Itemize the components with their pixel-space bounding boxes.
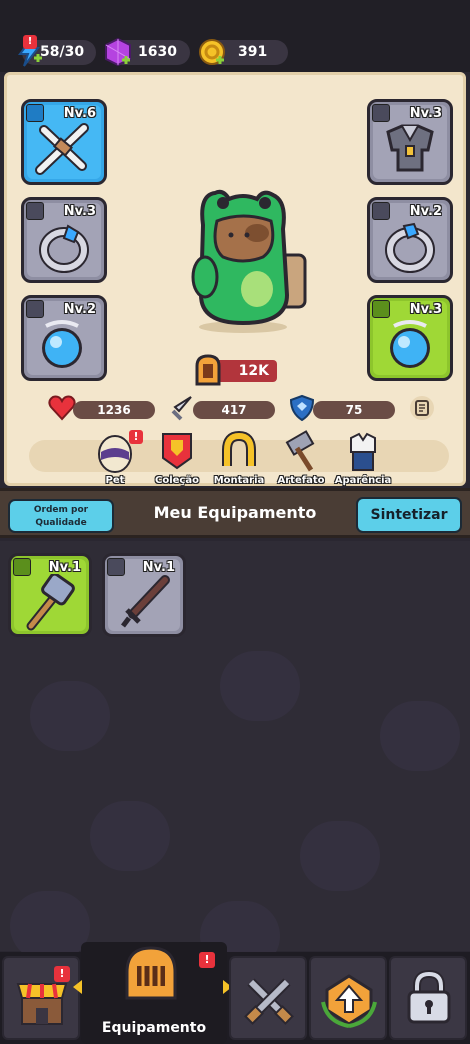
crossed-swords-icon — [244, 978, 294, 1025]
sword-level: Nv.1 — [142, 560, 175, 575]
details-icon[interactable] — [409, 395, 435, 421]
synthesize-button[interactable]: Sintetizar — [356, 497, 462, 533]
background-pattern — [380, 701, 460, 771]
coins-counter[interactable]: 391 — [199, 39, 288, 65]
armor-level: Nv.3 — [409, 106, 442, 121]
necklace-right-slot[interactable]: Nv.3 — [367, 295, 453, 381]
artifact-label: Artefato — [277, 475, 325, 486]
attack-stat: 417 — [193, 401, 275, 419]
coin-icon — [199, 39, 225, 65]
hammer-level: Nv.1 — [48, 560, 81, 575]
background-pattern — [30, 681, 110, 751]
appearance-menu-item[interactable]: Aparência — [331, 430, 395, 486]
background-pattern — [90, 801, 170, 871]
inventory-item-sword[interactable]: Nv.1 — [102, 553, 186, 637]
necklace-right-level: Nv.3 — [409, 302, 442, 317]
horseshoe-icon — [222, 430, 256, 466]
ring-right-slot[interactable]: Nv.2 — [367, 197, 453, 283]
shop-icon — [16, 983, 68, 1025]
ring-left-slot[interactable]: Nv.3 — [21, 197, 107, 283]
coins-value: 391 — [238, 44, 268, 60]
collection-menu-item[interactable]: Coleção — [145, 430, 209, 486]
nav-tab-equipment[interactable]: ! Equipamento — [73, 942, 232, 1044]
equipment-header: Ordem por Qualidade Meu Equipamento Sint… — [0, 488, 470, 538]
gems-value: 1630 — [138, 44, 177, 60]
pet-menu-item[interactable]: Pet ! — [83, 430, 147, 486]
ring-left-level: Nv.3 — [63, 204, 96, 219]
nav-tab-battle[interactable] — [229, 956, 307, 1040]
necklace-left-slot[interactable]: Nv.2 — [21, 295, 107, 381]
trophy-banner-icon — [162, 433, 192, 470]
artifact-menu-item[interactable]: Artefato — [269, 430, 333, 486]
hammer-artifact-icon — [285, 430, 315, 472]
background-pattern — [300, 821, 380, 891]
background-pattern — [10, 891, 90, 961]
pet-label: Pet — [105, 475, 125, 486]
shop-alert-badge: ! — [54, 966, 70, 982]
bottom-navigation: ! ! Equipamento — [0, 942, 470, 1044]
collection-label: Coleção — [155, 475, 199, 486]
gems-counter[interactable]: 1630 — [105, 37, 190, 67]
hammer-icon — [26, 574, 75, 631]
ring-right-level: Nv.2 — [409, 204, 442, 219]
ring-icon-right — [385, 222, 435, 273]
equipment-panel: Nv.6 Nv.3 Nv.2 Nv.3 Nv.2 Nv.3 12K 1236 4… — [4, 72, 466, 486]
top-bar: 58/30 ! 1630 391 — [0, 0, 470, 72]
ring-icon — [39, 224, 89, 273]
defense-stat: 75 — [313, 401, 395, 419]
orb-necklace-icon-right — [390, 320, 430, 368]
armor-slot[interactable]: Nv.3 — [367, 99, 453, 185]
chest-armor-icon — [386, 124, 434, 172]
lock-icon — [407, 970, 451, 1024]
sword-item-icon — [121, 575, 170, 628]
equipment-title: Meu Equipamento — [153, 503, 317, 522]
nav-tab-locked[interactable] — [389, 956, 467, 1040]
inventory-item-hammer[interactable]: Nv.1 — [8, 553, 92, 637]
nav-tab-shop[interactable]: ! — [2, 956, 80, 1040]
mount-label: Montaria — [213, 475, 265, 486]
prev-arrow-icon — [73, 980, 82, 994]
nav-tab-upgrade[interactable] — [309, 956, 387, 1040]
appearance-label: Aparência — [334, 475, 392, 486]
knight-helmet-icon — [125, 946, 177, 1000]
energy-value: 58/30 — [40, 44, 85, 60]
necklace-left-level: Nv.2 — [63, 302, 96, 317]
outfit-icon — [350, 432, 376, 471]
health-stat: 1236 — [73, 401, 155, 419]
gem-icon — [105, 37, 131, 67]
helmet-power-icon — [195, 354, 221, 386]
upgrade-arrow-icon — [321, 974, 377, 1028]
bone-weapon-icon — [35, 123, 89, 175]
weapon-level: Nv.6 — [63, 106, 96, 121]
pet-alert-badge: ! — [129, 430, 143, 444]
weapon-slot[interactable]: Nv.6 — [21, 99, 107, 185]
equipment-alert-badge: ! — [199, 952, 215, 968]
orb-necklace-icon — [42, 320, 82, 368]
capybara-frog-character — [191, 189, 307, 333]
inventory-grid: Nv.1 Nv.1 — [0, 541, 470, 971]
nav-label-equipment: Equipamento — [101, 1020, 207, 1036]
background-pattern — [220, 651, 300, 721]
mount-menu-item[interactable]: Montaria — [207, 430, 271, 486]
sort-by-quality-button[interactable]: Ordem por Qualidade — [8, 499, 114, 533]
energy-alert-badge: ! — [23, 35, 37, 49]
